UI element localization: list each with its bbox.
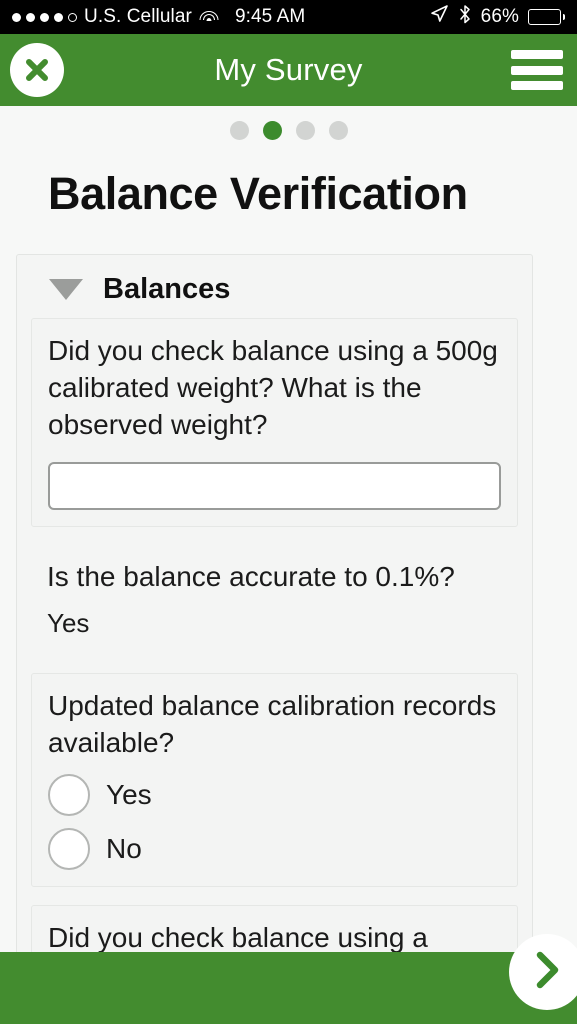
status-bar-right: 66% bbox=[429, 4, 565, 31]
radio-option-label: Yes bbox=[106, 778, 152, 810]
clock-label: 9:45 AM bbox=[234, 6, 306, 27]
hamburger-menu-icon[interactable] bbox=[511, 50, 563, 90]
radio-circle-icon[interactable] bbox=[48, 773, 90, 816]
close-x-icon bbox=[20, 53, 54, 87]
radio-circle-icon[interactable] bbox=[48, 827, 90, 870]
question-500g: Did you check balance using a 500g calib… bbox=[31, 318, 518, 527]
page-dot-2[interactable] bbox=[262, 120, 282, 140]
app-header: My Survey bbox=[0, 34, 577, 106]
triangle-down-icon[interactable] bbox=[49, 279, 83, 300]
carrier-label: U.S. Cellular bbox=[84, 6, 192, 27]
section-title: Balances bbox=[103, 273, 231, 305]
radio-option-label: No bbox=[106, 832, 142, 864]
bluetooth-icon bbox=[458, 4, 472, 31]
page-dot-1[interactable] bbox=[229, 120, 249, 140]
survey-scroll-area[interactable]: Balances Did you check balance using a 5… bbox=[0, 248, 577, 1024]
status-bar-left: U.S. Cellular 9:45 AM bbox=[12, 6, 305, 28]
question-text: Is the balance accurate to 0.1%? bbox=[47, 560, 455, 592]
balances-card: Balances Did you check balance using a 5… bbox=[16, 254, 533, 1024]
question-calibration-records: Updated balance calibration records avai… bbox=[31, 672, 518, 887]
signal-strength-icon bbox=[12, 12, 77, 22]
page-dot-3[interactable] bbox=[295, 120, 315, 140]
section-header-balances[interactable]: Balances bbox=[31, 265, 518, 318]
location-arrow-icon bbox=[429, 4, 449, 30]
survey-footer bbox=[0, 934, 577, 1024]
close-button[interactable] bbox=[10, 43, 64, 97]
page-indicator[interactable] bbox=[0, 106, 577, 154]
battery-icon bbox=[528, 9, 565, 25]
radio-option-yes[interactable]: Yes bbox=[48, 773, 501, 816]
question-answer: Yes bbox=[47, 607, 90, 638]
question-accuracy: Is the balance accurate to 0.1%? Yes bbox=[31, 545, 518, 655]
wifi-icon bbox=[199, 10, 219, 25]
radio-option-no[interactable]: No bbox=[48, 827, 501, 870]
next-page-button[interactable] bbox=[509, 934, 577, 1010]
question-text: Did you check balance using a 500g calib… bbox=[48, 335, 498, 440]
status-bar: U.S. Cellular 9:45 AM 66% bbox=[0, 0, 577, 34]
observed-weight-500g-input[interactable] bbox=[48, 461, 501, 510]
chevron-right-icon bbox=[527, 948, 567, 997]
battery-percent-label: 66% bbox=[480, 6, 519, 27]
page-title: Balance Verification bbox=[48, 168, 468, 219]
page-title-header: My Survey bbox=[214, 52, 363, 87]
question-text: Updated balance calibration records avai… bbox=[48, 689, 497, 758]
page-dot-4[interactable] bbox=[328, 120, 348, 140]
